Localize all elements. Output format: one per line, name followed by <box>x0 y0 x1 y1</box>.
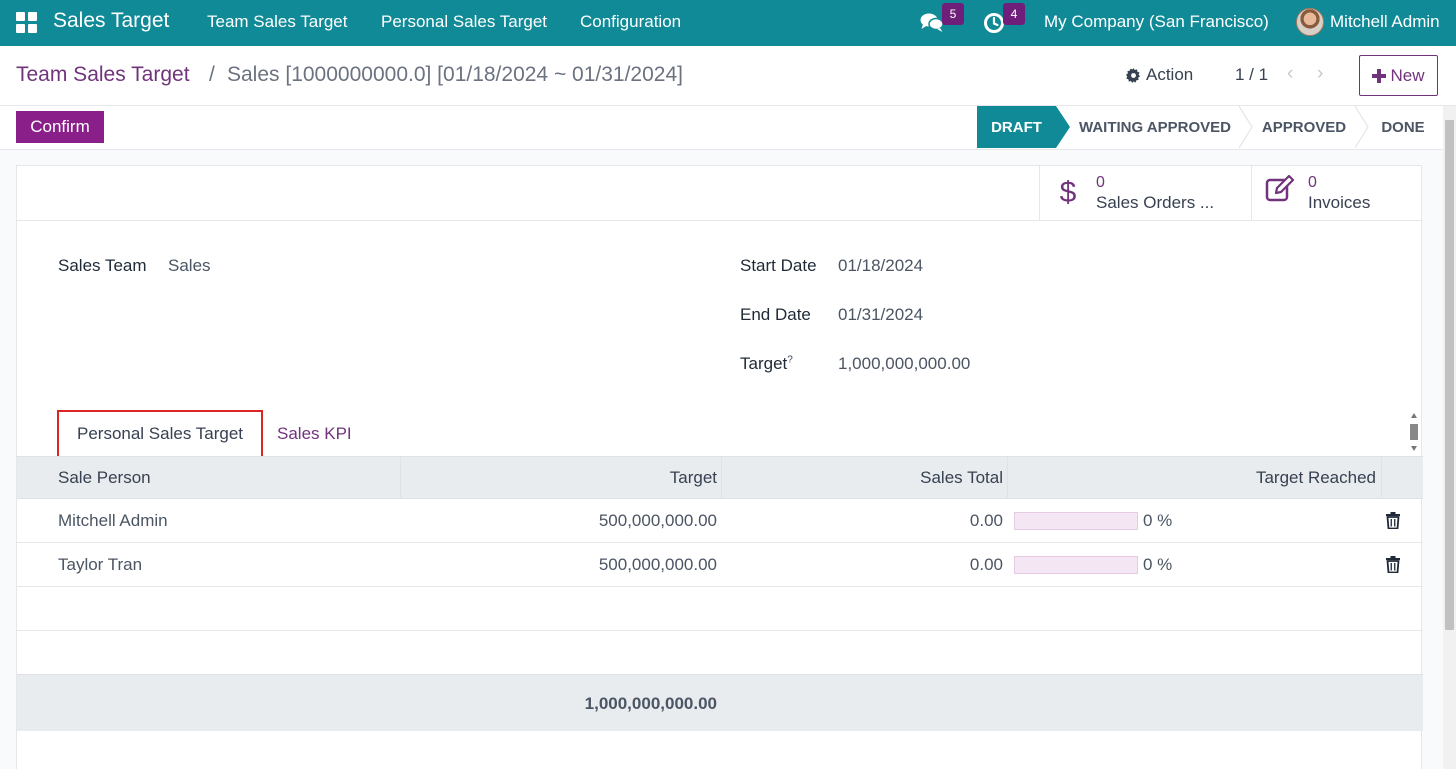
smart-button-box: $ 0 Sales Orders ... 0 Invoices <box>17 166 1423 221</box>
user-menu[interactable]: Mitchell Admin <box>1330 12 1440 32</box>
page-scrollbar[interactable] <box>1443 106 1456 769</box>
invoices-label: Invoices <box>1308 193 1371 212</box>
tab-sales-kpi[interactable]: Sales KPI <box>277 410 352 458</box>
breadcrumb-root-link[interactable]: Team Sales Target <box>16 63 190 87</box>
target-cell[interactable]: 500,000,000.00 <box>401 499 717 542</box>
sales-total-cell[interactable]: 0.00 <box>722 543 1003 586</box>
messages-icon[interactable] <box>920 12 944 39</box>
column-sale-person[interactable]: Sale Person <box>58 457 151 499</box>
trash-icon[interactable] <box>1385 512 1401 529</box>
target-label: Target? <box>740 354 793 374</box>
status-bar: Confirm DRAFT WAITING APPROVED APPROVED … <box>0 106 1456 150</box>
control-panel: Team Sales Target / Sales [1000000000.0]… <box>0 46 1456 106</box>
sales-orders-count: 0 <box>1096 174 1105 191</box>
stage-waiting-approved[interactable]: WAITING APPROVED <box>1070 106 1240 148</box>
breadcrumb-current-record: Sales [1000000000.0] [01/18/2024 ~ 01/31… <box>227 63 683 86</box>
app-name[interactable]: Sales Target <box>53 9 169 33</box>
tab-personal-sales-target[interactable]: Personal Sales Target <box>57 410 263 458</box>
target-reached-progress-bar <box>1014 512 1138 530</box>
stage-done[interactable]: DONE <box>1369 106 1437 148</box>
menu-configuration[interactable]: Configuration <box>580 12 681 32</box>
activities-count-badge: 4 <box>1003 3 1025 25</box>
column-sales-total[interactable]: Sales Total <box>722 457 1003 499</box>
empty-row[interactable] <box>17 587 1423 631</box>
stage-divider-icon <box>1355 106 1369 148</box>
new-label: New <box>1390 65 1425 85</box>
breadcrumb-separator: / <box>209 63 215 86</box>
activities-clock-icon[interactable] <box>983 12 1005 39</box>
sales-orders-smart-button[interactable]: $ 0 Sales Orders ... <box>1039 166 1251 220</box>
invoices-smart-button[interactable]: 0 Invoices <box>1251 166 1423 220</box>
messages-count-badge: 5 <box>942 3 964 25</box>
top-navbar: Sales Target Team Sales Target Personal … <box>0 0 1456 46</box>
action-menu-button[interactable]: Action <box>1126 65 1193 85</box>
sales-total-cell[interactable]: 0.00 <box>722 499 1003 542</box>
menu-personal-sales-target[interactable]: Personal Sales Target <box>381 12 547 32</box>
sales-team-value[interactable]: Sales <box>168 256 211 276</box>
end-date-value[interactable]: 01/31/2024 <box>838 305 923 325</box>
confirm-button[interactable]: Confirm <box>16 111 104 143</box>
table-row[interactable]: Taylor Tran 500,000,000.00 0.00 0 % <box>17 543 1423 587</box>
stage-divider-icon <box>1239 106 1253 148</box>
table-header: Sale Person Target Sales Total Target Re… <box>17 456 1423 499</box>
page-scrollbar-thumb[interactable] <box>1445 120 1454 630</box>
trash-icon[interactable] <box>1385 556 1401 573</box>
sales-orders-label: Sales Orders ... <box>1096 193 1215 212</box>
pager-next-button[interactable]: › <box>1317 63 1323 85</box>
target-help-tooltip[interactable]: ? <box>787 354 793 365</box>
new-record-button[interactable]: New <box>1359 55 1438 96</box>
target-cell[interactable]: 500,000,000.00 <box>401 543 717 586</box>
table-footer: 1,000,000,000.00 <box>17 674 1423 731</box>
gear-icon <box>1126 67 1141 83</box>
end-date-label: End Date <box>740 305 811 324</box>
target-reached-percent: 0 % <box>1143 554 1173 574</box>
stage-arrow-icon <box>1056 106 1070 148</box>
dollar-icon: $ <box>1059 176 1077 209</box>
column-target[interactable]: Target <box>401 457 717 499</box>
target-label-text: Target <box>740 354 788 373</box>
empty-row[interactable] <box>17 631 1423 675</box>
target-value[interactable]: 1,000,000,000.00 <box>838 354 970 374</box>
menu-team-sales-target[interactable]: Team Sales Target <box>207 12 347 32</box>
sale-person-cell[interactable]: Taylor Tran <box>58 543 142 586</box>
pager-previous-button[interactable]: ‹ <box>1287 63 1293 85</box>
action-label: Action <box>1146 65 1194 84</box>
stage-approved[interactable]: APPROVED <box>1253 106 1355 148</box>
start-date-label: Start Date <box>740 256 817 275</box>
sale-person-cell[interactable]: Mitchell Admin <box>58 499 168 542</box>
target-sum-total: 1,000,000,000.00 <box>584 693 717 713</box>
form-sheet: $ 0 Sales Orders ... 0 Invoices Sales Te… <box>16 165 1423 769</box>
target-reached-progress-bar <box>1014 556 1138 574</box>
target-reached-percent: 0 % <box>1143 510 1173 530</box>
company-switcher[interactable]: My Company (San Francisco) <box>1044 12 1269 32</box>
edit-icon <box>1252 174 1308 211</box>
user-avatar[interactable] <box>1296 8 1324 36</box>
sales-team-label: Sales Team <box>58 256 147 275</box>
column-divider <box>1381 457 1382 499</box>
apps-menu-icon[interactable] <box>16 12 37 33</box>
inner-scrollbar[interactable] <box>1407 411 1421 453</box>
table-row[interactable]: Mitchell Admin 500,000,000.00 0.00 0 % <box>17 499 1423 543</box>
stage-draft[interactable]: DRAFT <box>977 106 1056 148</box>
invoices-count: 0 <box>1308 174 1317 191</box>
column-target-reached[interactable]: Target Reached <box>1008 457 1376 499</box>
pager-value[interactable]: 1 / 1 <box>1235 65 1268 85</box>
start-date-value[interactable]: 01/18/2024 <box>838 256 923 276</box>
plus-icon <box>1372 68 1387 83</box>
